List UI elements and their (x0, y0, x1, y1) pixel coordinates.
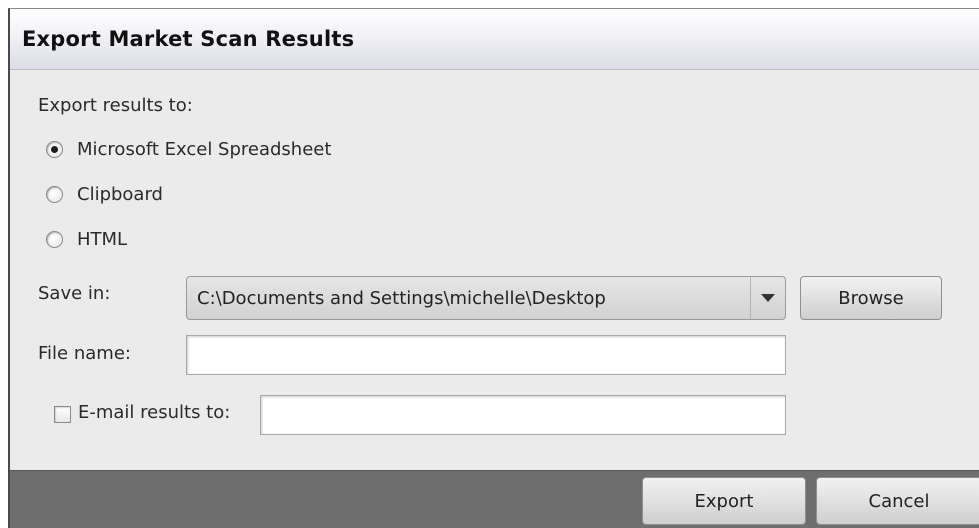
save-in-dropdown[interactable]: C:\Documents and Settings\michelle\Deskt… (186, 276, 786, 320)
radio-label-clipboard: Clipboard (77, 183, 163, 205)
radio-label-excel: Microsoft Excel Spreadsheet (77, 138, 332, 160)
save-in-label: Save in: (38, 283, 111, 304)
cancel-button[interactable]: Cancel (816, 477, 979, 525)
chevron-down-icon[interactable] (750, 277, 785, 319)
radio-label-html: HTML (77, 228, 128, 250)
dialog-title: Export Market Scan Results (22, 27, 355, 51)
radio-excel[interactable] (46, 140, 63, 158)
export-heading: Export results to: (38, 95, 193, 116)
file-name-input[interactable] (186, 335, 786, 375)
radio-clipboard[interactable] (46, 185, 63, 203)
export-dialog: Export Market Scan Results Export result… (8, 8, 979, 528)
radio-html[interactable] (46, 230, 63, 248)
email-input[interactable] (260, 395, 786, 435)
email-label: E-mail results to: (78, 402, 231, 423)
radio-option-html[interactable]: HTML (46, 227, 127, 251)
dialog-titlebar[interactable]: Export Market Scan Results (10, 9, 979, 70)
export-button[interactable]: Export (642, 477, 806, 525)
radio-option-excel[interactable]: Microsoft Excel Spreadsheet (46, 137, 331, 161)
browse-button[interactable]: Browse (800, 276, 942, 320)
radio-option-clipboard[interactable]: Clipboard (46, 182, 163, 206)
save-in-value: C:\Documents and Settings\michelle\Deskt… (197, 288, 606, 309)
email-checkbox[interactable] (54, 406, 71, 423)
file-name-label: File name: (38, 343, 131, 364)
